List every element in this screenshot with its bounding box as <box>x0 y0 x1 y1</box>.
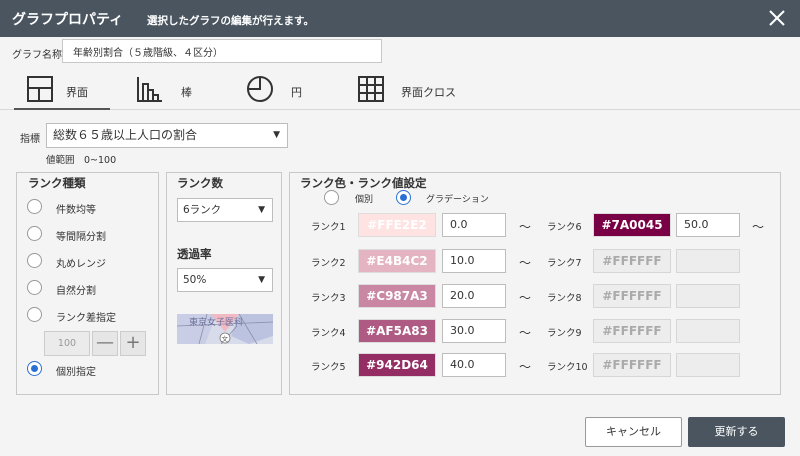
chevron-down-icon: ▼ <box>273 130 280 140</box>
value-range: 値範囲 0~100 <box>46 155 117 166</box>
update-button[interactable]: 更新する <box>688 417 785 447</box>
color-mode-gradient-label: グラデーション <box>426 195 489 205</box>
tab-cross[interactable]: 界面クロス <box>357 70 467 110</box>
rank-value-input[interactable]: 30.0 <box>442 319 506 343</box>
rank-label: ランク7 <box>547 258 582 269</box>
map-preview: 東京女子医科 文 <box>177 314 273 344</box>
close-icon[interactable] <box>764 5 790 31</box>
opacity-select[interactable]: 50% ▼ <box>177 268 273 292</box>
rank-color-swatch[interactable]: #7A0045 <box>593 213 671 237</box>
rank-type-radio-equal-interval[interactable] <box>27 226 42 241</box>
tab-pie-chart-label: 円 <box>291 86 302 99</box>
chevron-down-icon: ▼ <box>258 275 265 285</box>
rank-color-swatch[interactable]: #E4B4C2 <box>358 249 436 273</box>
rank-label: ランク8 <box>547 293 582 304</box>
rank-label: ランク5 <box>311 362 346 373</box>
indicator-select[interactable]: 総数６５歳以上人口の割合 ▼ <box>46 123 288 148</box>
rank-count-value: 6ランク <box>183 204 222 216</box>
color-mode-radio-individual[interactable] <box>324 190 339 205</box>
rank-type-option-label: 個別指定 <box>56 367 96 378</box>
rank-value-input[interactable]: 0.0 <box>442 213 506 237</box>
range-separator: ～ <box>519 360 532 374</box>
rank-color-swatch[interactable]: #AF5A83 <box>358 319 436 343</box>
rank-color-swatch: #FFFFFF <box>593 284 671 308</box>
rank-label: ランク3 <box>311 293 346 304</box>
rank-type-option-label: 等間隔分割 <box>56 232 106 243</box>
color-mode-radio-gradient[interactable] <box>396 190 411 205</box>
title-bar: グラフプロパティ 選択したグラフの編集が行えます。 <box>0 0 800 37</box>
rank-color-swatch: #FFFFFF <box>593 319 671 343</box>
rank-type-radio-natural[interactable] <box>27 280 42 295</box>
range-separator: ～ <box>519 220 532 234</box>
rank-label: ランク6 <box>547 222 582 233</box>
tab-bar: 界面 棒 円 界面クロス <box>0 70 800 110</box>
graph-name-row: グラフ名称 <box>0 37 800 67</box>
rank-label: ランク9 <box>547 328 582 339</box>
range-separator: ～ <box>519 326 532 340</box>
rank-count-select[interactable]: 6ランク ▼ <box>177 198 273 222</box>
rank-diff-stepper-value[interactable]: 100 <box>44 331 90 356</box>
tab-cross-label: 界面クロス <box>401 86 456 99</box>
tab-layout[interactable]: 界面 <box>14 70 110 110</box>
rank-color-title: ランク色・ランク値設定 <box>300 176 427 190</box>
rank-value-input[interactable]: 40.0 <box>442 353 506 377</box>
plus-icon[interactable]: + <box>120 331 146 356</box>
school-icon: 文 <box>222 334 229 343</box>
indicator-value: 総数６５歳以上人口の割合 <box>53 128 198 142</box>
rank-type-option-label: ランク差指定 <box>56 313 116 324</box>
graph-name-label: グラフ名称 <box>12 50 62 61</box>
range-separator: ～ <box>519 291 532 305</box>
tab-bar-chart[interactable]: 棒 <box>136 70 216 110</box>
cancel-button[interactable]: キャンセル <box>585 417 682 447</box>
rank-color-swatch[interactable]: #942D64 <box>358 353 436 377</box>
graph-name-input[interactable] <box>62 39 382 63</box>
rank-value-input[interactable]: 10.0 <box>442 249 506 273</box>
range-separator: ～ <box>519 256 532 270</box>
rank-color-swatch[interactable]: #C987A3 <box>358 284 436 308</box>
color-mode-individual-label: 個別 <box>355 195 374 205</box>
minus-icon[interactable]: — <box>92 331 118 356</box>
rank-value-input <box>676 284 740 308</box>
rank-type-option-label: 丸めレンジ <box>56 259 106 270</box>
opacity-value: 50% <box>183 274 207 286</box>
range-separator: ～ <box>752 220 765 234</box>
rank-color-swatch: #FFFFFF <box>593 353 671 377</box>
rank-label: ランク1 <box>311 222 346 233</box>
rank-color-swatch: #FFFFFF <box>593 249 671 273</box>
bar-chart-icon <box>137 77 162 102</box>
rank-value-input <box>676 353 740 377</box>
rank-value-input <box>676 319 740 343</box>
rank-label: ランク2 <box>311 258 346 269</box>
rank-type-option-label: 自然分割 <box>56 286 96 297</box>
rank-label: ランク4 <box>311 328 346 339</box>
tab-pie-chart[interactable]: 円 <box>246 70 326 110</box>
chevron-down-icon: ▼ <box>258 205 265 215</box>
layout-icon <box>27 76 53 102</box>
rank-value-input <box>676 249 740 273</box>
rank-type-title: ランク種類 <box>28 176 86 190</box>
indicator-label: 指標 <box>20 134 40 145</box>
rank-type-radio-rounded-range[interactable] <box>27 253 42 268</box>
rank-color-swatch[interactable]: #FFE2E2 <box>358 213 436 237</box>
tab-bar-chart-label: 棒 <box>181 86 192 99</box>
rank-label: ランク10 <box>547 362 588 373</box>
rank-type-option-label: 件数均等 <box>56 205 96 216</box>
rank-value-input[interactable]: 20.0 <box>442 284 506 308</box>
rank-value-input[interactable]: 50.0 <box>676 213 740 237</box>
tab-layout-label: 界面 <box>66 86 88 99</box>
rank-type-radio-rank-diff[interactable] <box>27 307 42 322</box>
opacity-title: 透過率 <box>177 247 212 261</box>
dialog-title: グラフプロパティ <box>12 12 124 28</box>
rank-type-radio-equal-count[interactable] <box>27 199 42 214</box>
rank-count-title: ランク数 <box>177 176 223 190</box>
rank-type-radio-individual[interactable] <box>27 361 42 376</box>
pie-chart-icon <box>247 76 273 102</box>
grid-icon <box>358 76 384 102</box>
dialog-subtitle: 選択したグラフの編集が行えます。 <box>147 15 314 27</box>
map-preview-label: 東京女子医科 <box>189 316 243 328</box>
